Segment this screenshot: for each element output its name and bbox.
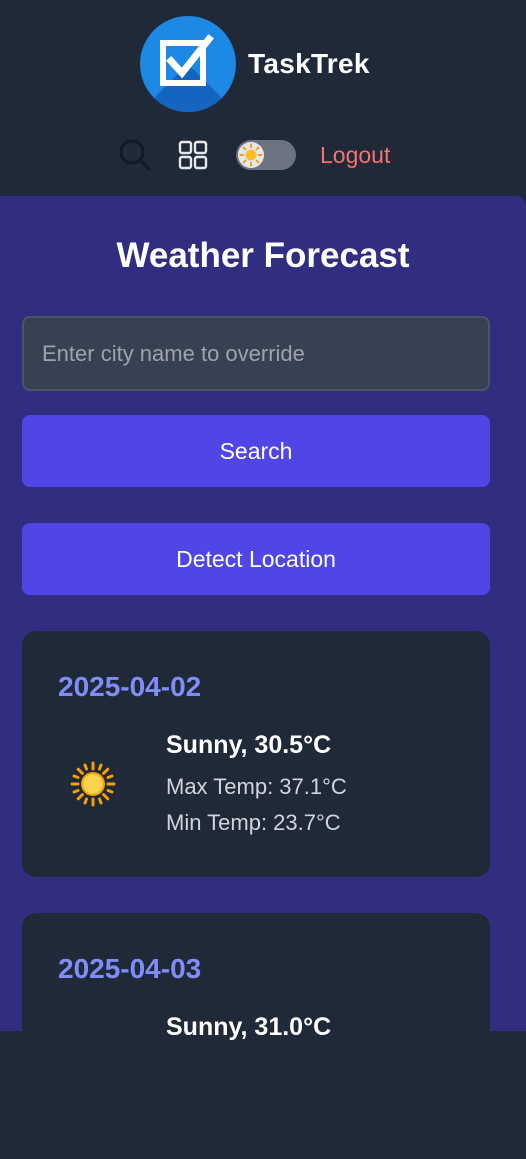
brand[interactable]: TaskTrek <box>140 16 370 112</box>
app-logo <box>140 16 236 112</box>
forecast-card: 2025-04-02 Sunny, 30.5°C Max Temp: 37.1°… <box>22 631 490 877</box>
forecast-condition: Sunny, 30.5°C <box>166 731 332 759</box>
page-title: Weather Forecast <box>116 236 410 275</box>
theme-toggle[interactable] <box>236 140 296 170</box>
sun-icon <box>70 761 116 807</box>
forecast-min-temp: Min Temp: 23.7°C <box>166 810 341 835</box>
search-icon[interactable] <box>118 138 152 172</box>
forecast-max-temp: Max Temp: 37.1°C <box>166 774 347 799</box>
grid-icon[interactable] <box>178 140 208 170</box>
city-search-input[interactable] <box>22 316 490 391</box>
forecast-date: 2025-04-02 <box>58 671 202 702</box>
forecast-condition: Sunny, 31.0°C <box>166 1013 332 1041</box>
app-name: TaskTrek <box>248 48 370 79</box>
sun-icon <box>238 142 264 168</box>
header-toolbar: Logout <box>118 136 390 174</box>
logout-link[interactable]: Logout <box>320 142 390 169</box>
forecast-date: 2025-04-03 <box>58 953 202 984</box>
forecast-card: 2025-04-03 Sunny, 31.0°C <box>22 913 490 1159</box>
search-button[interactable]: Search <box>22 415 490 487</box>
checkbox-logo-icon <box>160 34 214 86</box>
detect-location-button[interactable]: Detect Location <box>22 523 490 595</box>
app-header: TaskTrek Logout <box>0 0 526 196</box>
